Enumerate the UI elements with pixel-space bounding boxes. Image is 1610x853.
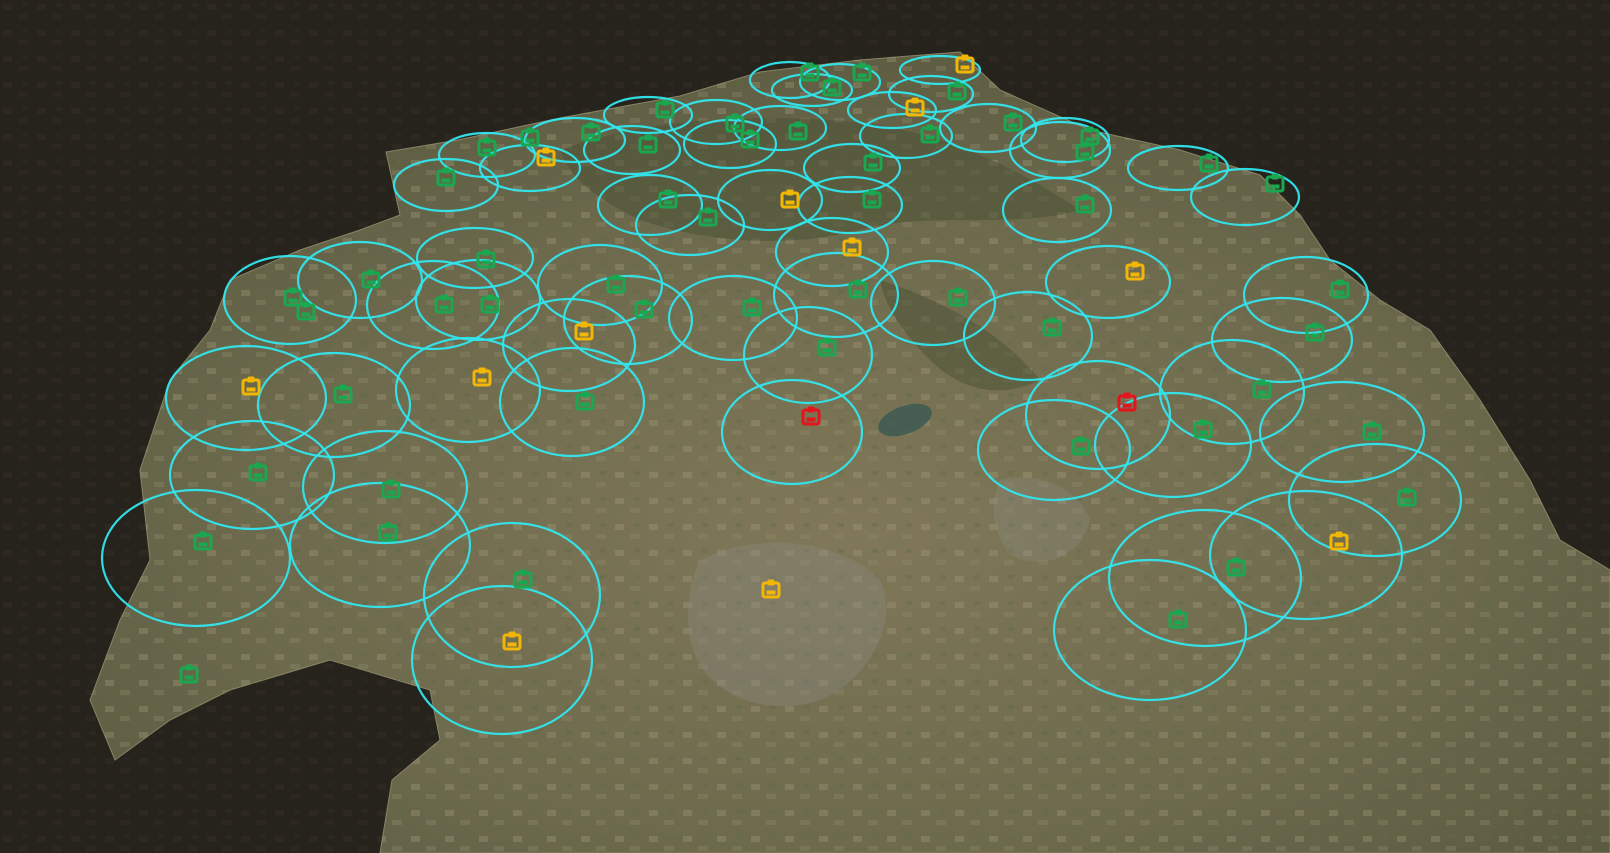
map-view[interactable]	[0, 0, 1610, 853]
